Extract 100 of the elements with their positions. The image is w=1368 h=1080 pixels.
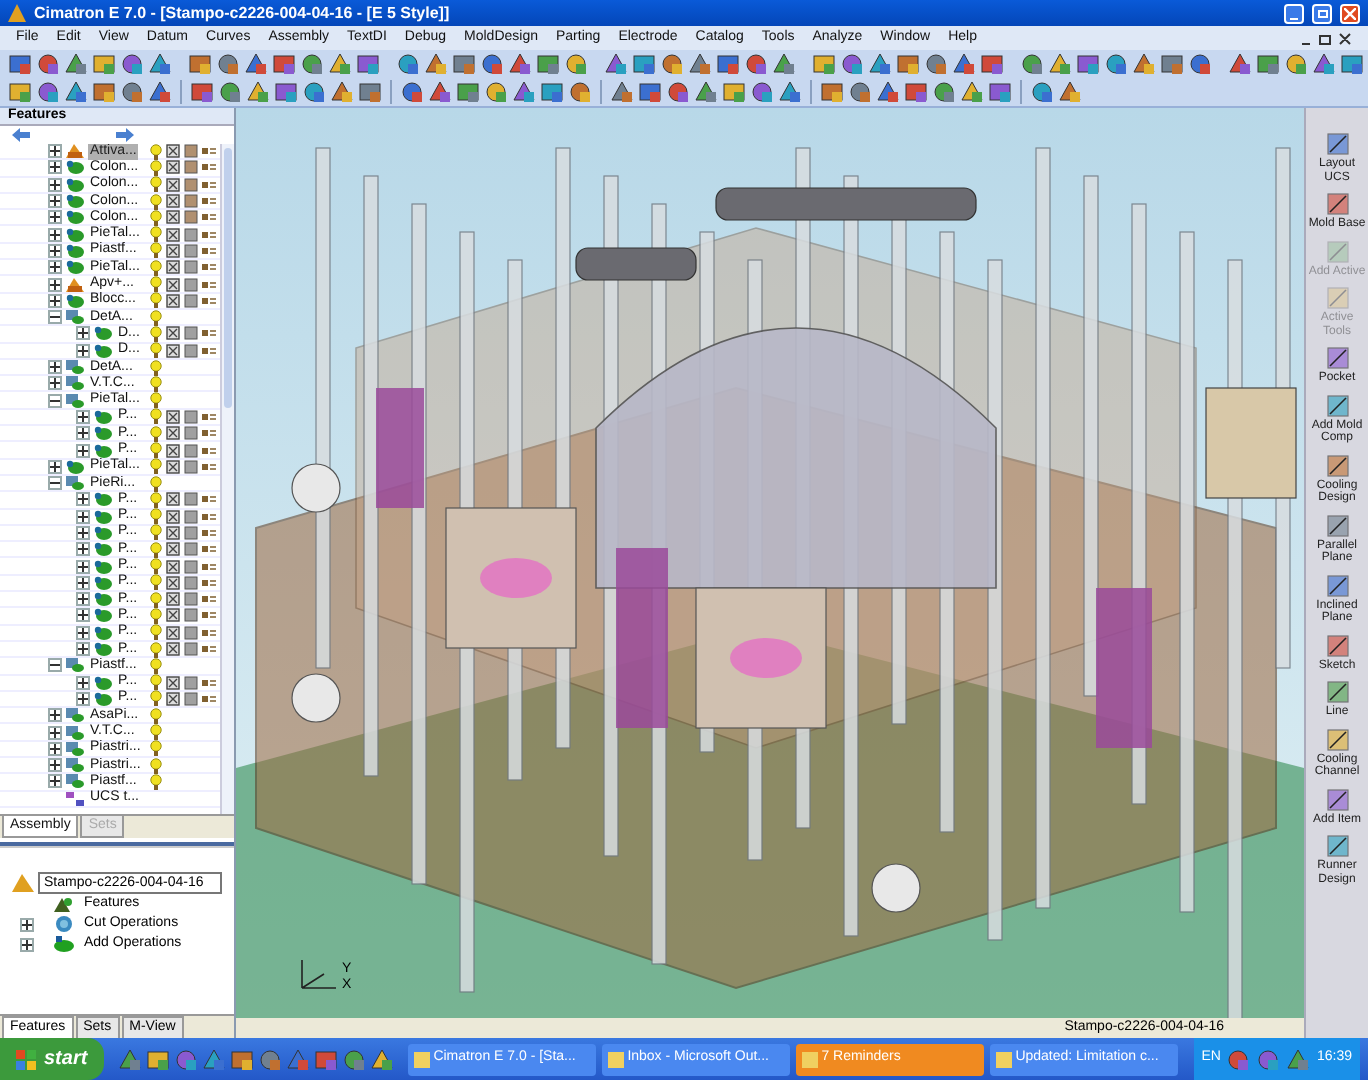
tool-icon[interactable] [396,52,420,76]
lightbulb-icon[interactable] [150,674,162,691]
tool-icon[interactable] [1226,1047,1251,1071]
window-controls-icon[interactable] [1300,31,1352,45]
lightbulb-icon[interactable] [150,558,162,575]
link-icon[interactable] [202,494,216,505]
link-icon[interactable] [202,693,216,704]
tool-icon[interactable] [1286,1047,1311,1071]
visibility-icon[interactable] [166,260,180,275]
link-icon[interactable] [202,279,216,290]
tool-icon[interactable] [778,80,802,104]
lightbulb-icon[interactable] [150,475,162,492]
tool-icon[interactable] [330,80,354,104]
visibility-icon[interactable] [166,443,180,457]
tool-icon[interactable] [568,80,592,104]
tool-icon[interactable] [722,80,746,104]
tool-icon[interactable] [868,52,892,76]
tool-icon[interactable] [960,80,984,104]
tool-icon[interactable] [400,80,424,104]
tool-icon[interactable] [484,80,508,104]
expander-icon[interactable] [48,227,62,242]
expander-icon[interactable] [48,277,62,292]
lightbulb-icon[interactable] [150,657,162,674]
expander-icon[interactable] [76,642,90,657]
tool-icon[interactable] [190,80,214,104]
visibility-icon[interactable] [166,177,180,192]
visibility-icon[interactable] [166,343,180,358]
expander-icon[interactable] [48,160,62,175]
tool-icon[interactable] [632,52,656,76]
tool-icon[interactable] [218,80,242,104]
tool-icon[interactable] [924,52,948,76]
tool-icon[interactable] [988,80,1012,104]
tool-icon[interactable] [201,1047,226,1071]
tool-icon[interactable] [1340,52,1364,76]
visibility-icon[interactable] [166,409,180,424]
tool-icon[interactable] [772,52,796,76]
link-icon[interactable] [202,544,216,555]
expander-icon[interactable] [48,708,62,723]
link-icon[interactable] [202,245,216,256]
expander-icon[interactable] [48,774,62,789]
tool-icon[interactable] [1058,80,1082,104]
lightbulb-icon[interactable] [150,591,162,608]
lightbulb-icon[interactable] [150,159,162,176]
link-icon[interactable] [202,295,216,306]
lightbulb-icon[interactable] [150,209,162,226]
visibility-icon[interactable] [166,243,180,258]
tool-icon[interactable] [1284,52,1308,76]
lightbulb-icon[interactable] [150,757,162,774]
tool-icon[interactable] [145,1047,170,1071]
lightbulb-icon[interactable] [150,724,162,741]
lightbulb-icon[interactable] [150,259,162,276]
lightbulb-icon[interactable] [150,690,162,707]
scrollbar[interactable] [220,144,234,814]
start-button[interactable]: start [0,1038,104,1080]
tool-icon[interactable] [1188,52,1212,76]
lightbulb-icon[interactable] [150,508,162,525]
expander-icon[interactable] [48,194,62,209]
expander-icon[interactable] [76,559,90,574]
tool-icon[interactable] [341,1047,366,1071]
visibility-icon[interactable] [166,492,180,507]
tool-icon[interactable] [540,80,564,104]
tool-icon[interactable] [660,52,684,76]
lightbulb-icon[interactable] [150,193,162,210]
tool-icon[interactable] [848,80,872,104]
tool-icon[interactable] [716,52,740,76]
tool-icon[interactable] [876,80,900,104]
lightbulb-icon[interactable] [150,342,162,359]
lightbulb-icon[interactable] [150,276,162,293]
tool-icon[interactable] [120,52,144,76]
lightbulb-icon[interactable] [150,491,162,508]
lightbulb-icon[interactable] [150,408,162,425]
expander-icon[interactable] [48,758,62,773]
lightbulb-icon[interactable] [150,392,162,409]
lightbulb-icon[interactable] [150,574,162,591]
tool-icon[interactable] [688,52,712,76]
tool-icon[interactable] [356,52,380,76]
lightbulb-icon[interactable] [150,425,162,442]
back-arrow-icon[interactable] [12,128,30,142]
tool-icon[interactable] [216,52,240,76]
tool-icon[interactable] [1256,52,1280,76]
tool-icon[interactable] [508,52,532,76]
tool-icon[interactable] [638,80,662,104]
link-icon[interactable] [202,179,216,190]
link-icon[interactable] [202,428,216,439]
tool-icon[interactable] [300,52,324,76]
tool-icon[interactable] [188,52,212,76]
visibility-icon[interactable] [166,542,180,557]
tool-icon[interactable] [257,1047,282,1071]
tool-icon[interactable] [750,80,774,104]
expander-icon[interactable] [48,476,62,491]
link-icon[interactable] [202,262,216,273]
lightbulb-icon[interactable] [150,773,162,790]
link-icon[interactable] [202,677,216,688]
forward-arrow-icon[interactable] [116,128,134,142]
visibility-icon[interactable] [166,194,180,209]
tool-icon[interactable] [980,52,1004,76]
tool-icon[interactable] [173,1047,198,1071]
tool-icon[interactable] [8,80,32,104]
tool-icon[interactable] [820,80,844,104]
expander-icon[interactable] [20,937,34,951]
